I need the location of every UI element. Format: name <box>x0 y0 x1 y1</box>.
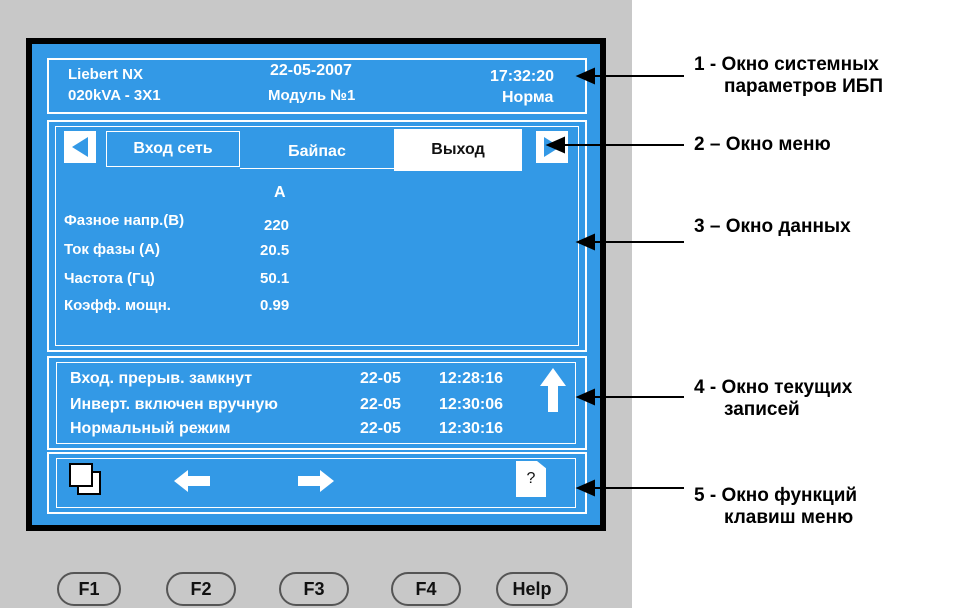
annotation-line: записей <box>724 399 800 420</box>
annotation-line: параметров ИБП <box>724 76 884 97</box>
annotation-line: 3 – Окно данных <box>694 216 851 237</box>
annotation-line: клавиш меню <box>724 507 854 528</box>
annotation-line: 2 – Окно меню <box>694 134 831 155</box>
annotation-data-window: 3 – Окно данных <box>694 216 851 238</box>
annotation-line: 4 - Окно текущих <box>694 377 853 398</box>
annotation-function-window: 5 - Окно функций клавиш меню <box>694 485 857 529</box>
annotation-records-window: 4 - Окно текущих записей <box>694 377 852 421</box>
annotation-line: 5 - Окно функций <box>694 485 858 506</box>
annotation-system-window: 1 - Окно системных параметров ИБП <box>694 54 883 98</box>
annotation-menu-window: 2 – Окно меню <box>694 134 831 156</box>
annotation-line: 1 - Окно системных <box>694 54 879 75</box>
